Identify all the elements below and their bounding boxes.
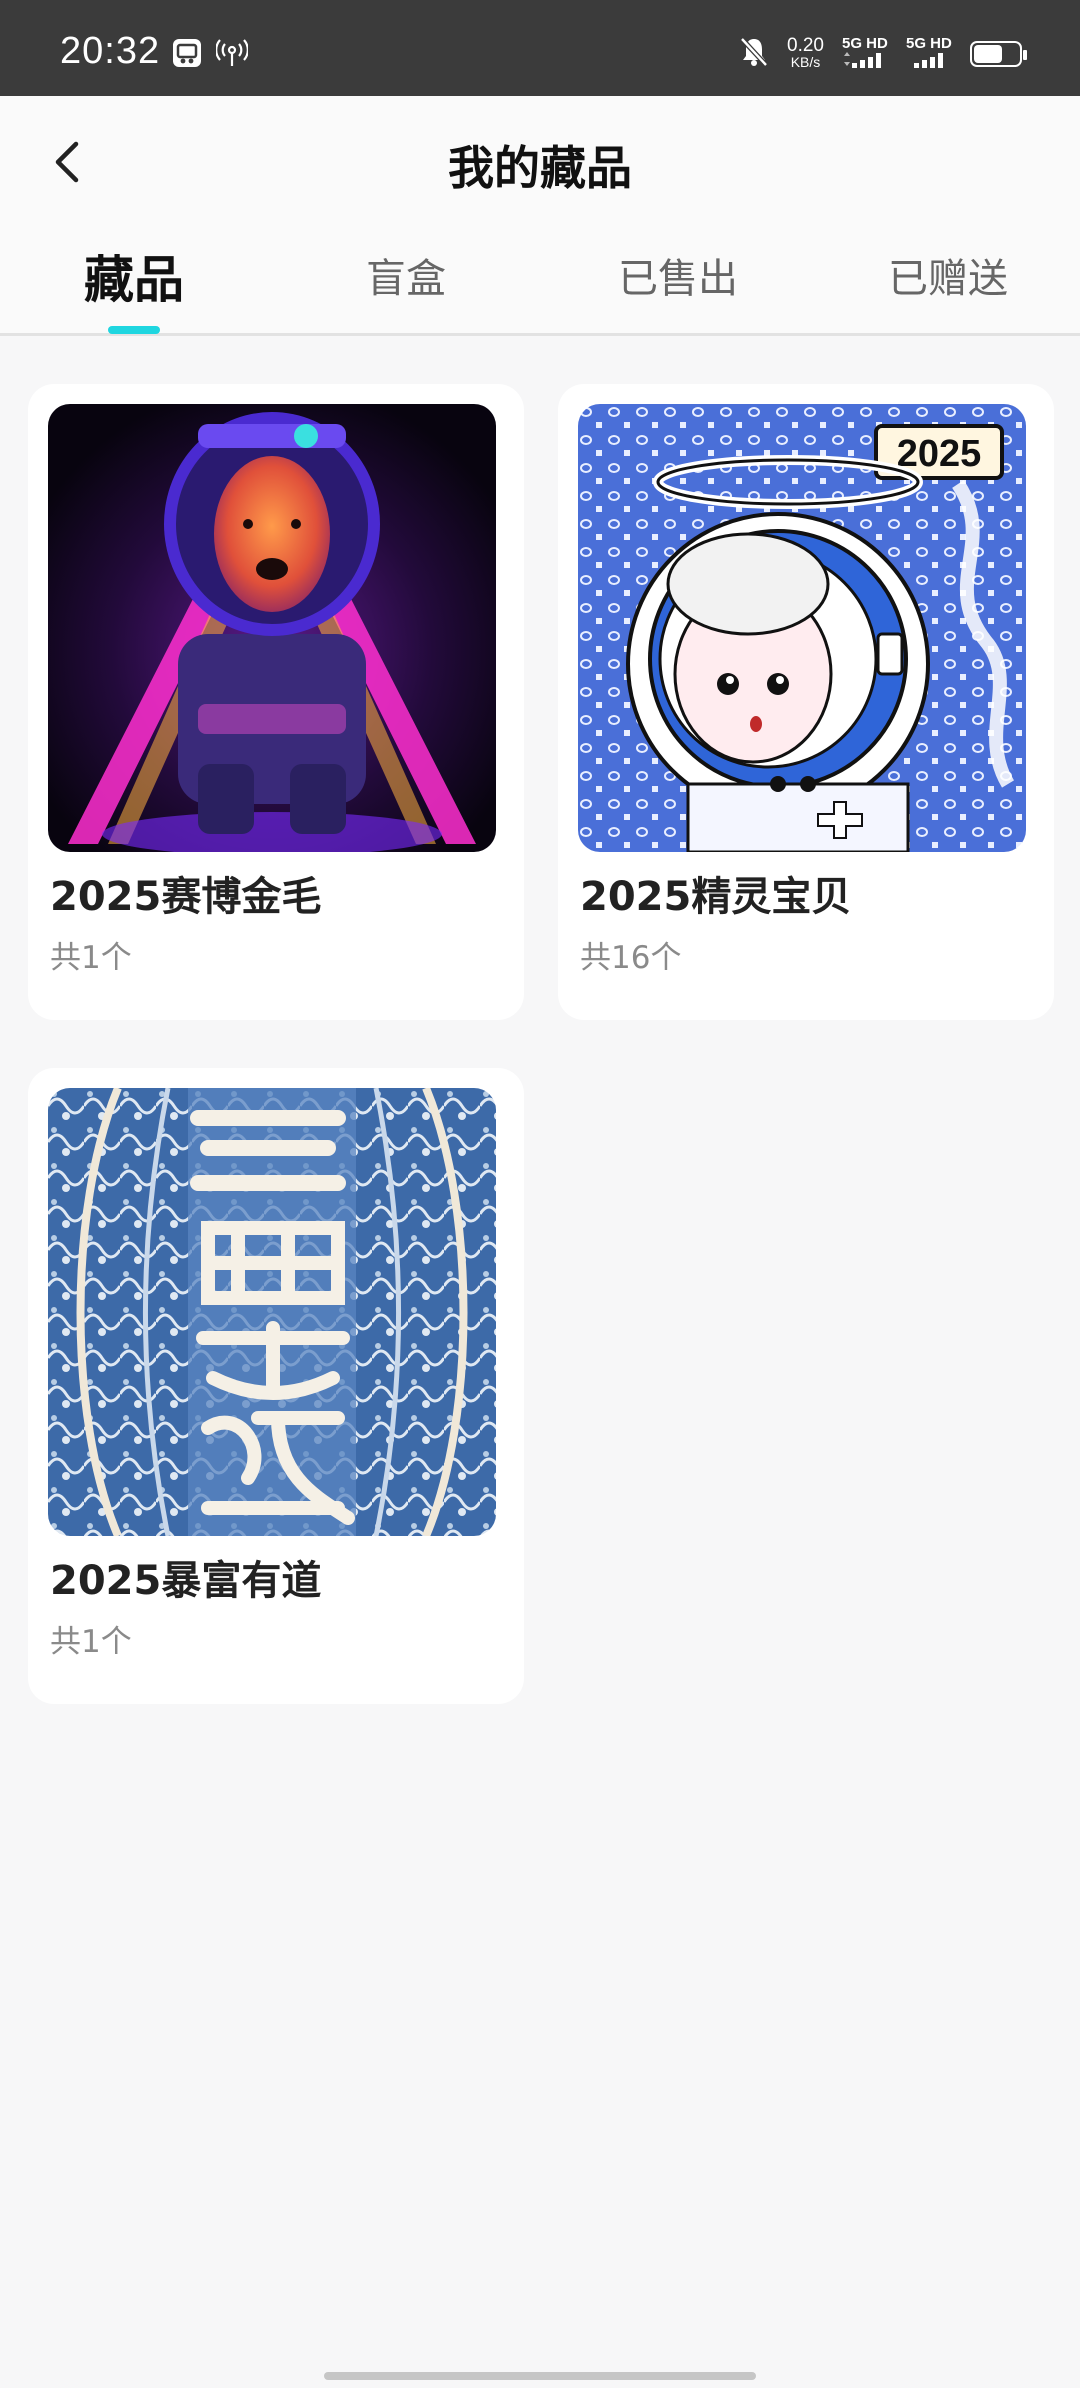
status-time: 20:32 [60, 30, 161, 72]
image-badge-text: 2025 [897, 433, 982, 475]
signal-icon [842, 52, 888, 72]
hotspot-icon [215, 38, 249, 68]
cyber-golden-retriever-image [48, 404, 496, 852]
collection-card[interactable]: 2025 2025精灵宝贝 共16个 [558, 384, 1054, 1020]
network-speed-unit: KB/s [790, 54, 821, 70]
status-right-cluster: 0.20 KB/s 5G HD 5G HD [739, 34, 1027, 74]
home-indicator[interactable] [324, 2372, 756, 2380]
tab-blind-box[interactable]: 盲盒 [366, 246, 446, 304]
collection-count: 共16个 [580, 940, 682, 976]
signal-icon [906, 52, 952, 72]
collection-card[interactable]: 2025暴富有道 共1个 [28, 1068, 524, 1704]
network-speed: 0.20 KB/s [787, 35, 824, 71]
tab-sold[interactable]: 已售出 [618, 246, 738, 304]
page-title: 我的藏品 [448, 141, 632, 195]
blue-calligraphy-pattern-image [48, 1088, 496, 1536]
battery-level [974, 45, 1002, 63]
mute-bell-icon [739, 36, 769, 72]
status-bar: 20:32 0.20 KB/s 5G HD 5G HD [0, 0, 1080, 96]
collection-count: 共1个 [50, 1624, 132, 1660]
app-header: 我的藏品 [0, 96, 1080, 228]
sim2-label: 5G HD [906, 35, 952, 52]
tab-collections[interactable]: 藏品 [84, 240, 184, 312]
collection-count: 共1个 [50, 940, 132, 976]
network-speed-value: 0.20 [787, 35, 824, 56]
battery-icon [970, 41, 1027, 67]
notification-app-icon [172, 38, 202, 68]
tab-gifted[interactable]: 已赠送 [888, 246, 1008, 304]
sim1-label: 5G HD [842, 35, 888, 52]
angel-girl-astronaut-image: 2025 [578, 404, 1026, 852]
collection-title: 2025赛博金毛 [50, 874, 322, 920]
sim1-signal: 5G HD [842, 36, 888, 72]
sim2-signal: 5G HD [906, 36, 952, 72]
collection-card[interactable]: 2025赛博金毛 共1个 [28, 384, 524, 1020]
collection-title: 2025精灵宝贝 [580, 874, 852, 920]
active-tab-indicator [108, 326, 160, 334]
collection-title: 2025暴富有道 [50, 1558, 322, 1604]
tab-bar: 藏品 盲盒 已售出 已赠送 [0, 228, 1080, 336]
